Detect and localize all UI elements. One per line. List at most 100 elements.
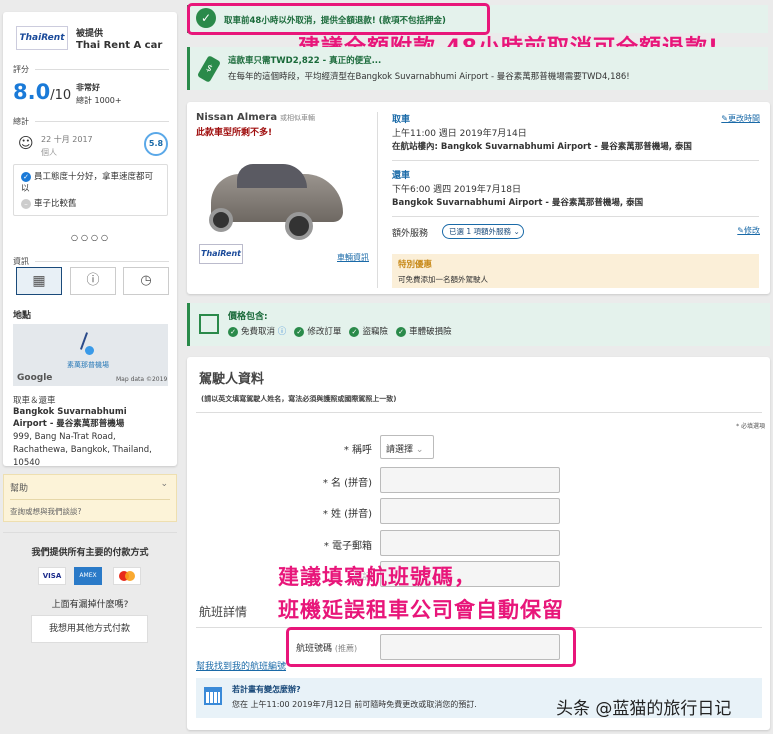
amex-card-icon: AMEX [74, 567, 102, 585]
review-box: ✓ 員工態度十分好，拿車速度都可以 – 車子比較舊 [13, 164, 168, 216]
check-icon: ✓ [228, 326, 238, 337]
salutation-value: 請選擇 [386, 445, 414, 455]
info-tab-button[interactable]: ⓘ [70, 267, 116, 295]
flight-label: 航班號碼 (推薦) [296, 641, 357, 654]
rating-section: 評分 [13, 64, 169, 75]
reviews-section: 總計 [13, 116, 169, 127]
price-includes-banner: 價格包含: ✓ 免費取消 ⓘ ✓ 修改訂單 ✓ 盜竊險 ✓ 車體破損險 [187, 303, 770, 346]
provider-name: Thai Rent A car [76, 40, 163, 51]
other-payment-button[interactable]: 我想用其他方式付款 [31, 615, 148, 643]
map-tab-button[interactable]: ▦ [16, 267, 62, 295]
offer-title: 特別優惠 [398, 260, 433, 270]
change-time-label: 更改時間 [728, 114, 760, 123]
review-con-text: 車子比較舊 [34, 199, 77, 209]
deal-text: 在每年的這個時段，平均經濟型在Bangkok Suvarnabhumi Airp… [228, 72, 630, 82]
clock-icon: ◷ [140, 273, 152, 288]
review-pro-text: 員工態度十分好，拿車速度都可以 [21, 172, 154, 194]
minus-icon: – [21, 198, 31, 209]
dropoff-label: 還車 [392, 171, 411, 181]
email-input[interactable] [380, 530, 560, 556]
cancellation-text: 取車前48小時以外取消，提供全額退款! (款項不包括押金) [224, 16, 446, 26]
email-label: * 電子郵箱 [323, 541, 372, 552]
info-icon[interactable]: ⓘ [278, 327, 287, 337]
car-provider-logo: ThaiRent [199, 244, 243, 264]
pickup-label: 取車 [392, 115, 411, 125]
hours-tab-button[interactable]: ◷ [123, 267, 169, 295]
review-date: 22 十月 2017 [41, 135, 93, 144]
chevron-down-icon: ⌄ [513, 227, 520, 236]
first-name-input[interactable] [380, 467, 560, 493]
include-item: 修改訂單 [307, 327, 342, 337]
change-time-link[interactable]: ✎更改時間 [721, 113, 760, 124]
extras-selected: 已選 1 項額外服務 [449, 227, 512, 236]
includes-list: ✓ 免費取消 ⓘ ✓ 修改訂單 ✓ 盜竊險 ✓ 車體破損險 [228, 325, 452, 337]
map-credit: Map data ©2019 [116, 376, 168, 383]
visa-card-icon: VISA [38, 567, 66, 585]
info-section: 資訊 [13, 256, 169, 267]
gift-icon [199, 314, 219, 334]
flight-title: 航班詳情 [199, 605, 248, 619]
location-type: 取車＆還車 [13, 396, 56, 406]
last-name-label: * 姓 (拼音) [322, 509, 372, 520]
chevron-down-icon[interactable]: ⌄ [160, 479, 168, 489]
pickup-time: 上午11:00 週日 2019年7月14日 [392, 129, 527, 139]
map-label: 素萬那普機場 [67, 361, 109, 369]
annotation-flight-1: 建議填寫航班號碼， [278, 565, 476, 589]
annotation-flight-2: 班機延誤租車公司會自動保留 [278, 598, 564, 622]
pencil-icon: ✎ [737, 226, 744, 235]
salutation-select[interactable]: 請選擇 ⌄ [380, 435, 434, 459]
offer-text: 可免費添加一名額外駕駛人 [398, 275, 488, 284]
deal-banner: $ 這款車只需TWD2,822 - 真正的便宜... 在每年的這個時段，平均經濟… [187, 47, 768, 90]
check-circle-icon: ✓ [196, 8, 216, 28]
review-score-ring: 5.8 [144, 132, 168, 156]
driver-note: (請以英文填寫駕駛人姓名，寫法必須與護照或國際駕照上一致) [201, 395, 397, 403]
provider-label: 被提供 [76, 29, 104, 39]
info-icon: ⓘ [86, 273, 100, 288]
check-icon: ✓ [21, 171, 31, 182]
flight-hint: (推薦) [334, 644, 358, 653]
carousel-dots[interactable]: ○○○○ [71, 233, 111, 242]
check-icon: ✓ [294, 326, 305, 337]
check-icon: ✓ [349, 326, 360, 337]
deal-title: 這款車只需TWD2,822 - 真正的便宜... [228, 56, 382, 66]
rating-section-label: 評分 [13, 65, 29, 74]
score-max: /10 [50, 88, 72, 103]
include-item: 車體破損險 [409, 327, 452, 337]
find-flight-link[interactable]: 幫我找到我的航班編號 [196, 659, 286, 672]
help-link[interactable]: 查詢或想與我們談談? [10, 506, 81, 517]
pencil-icon: ✎ [721, 114, 728, 123]
map-pin-icon [85, 346, 94, 355]
dropoff-time: 下午6:00 週四 2019年7月18日 [392, 185, 522, 195]
check-icon: ✓ [396, 326, 407, 337]
car-details-link[interactable]: 車輛資訊 [337, 252, 369, 263]
edit-extras-link[interactable]: ✎修改 [737, 225, 760, 236]
salutation-label: * 稱呼 [343, 445, 372, 456]
dropoff-place: Bangkok Suvarnabhumi Airport - 曼谷素萬那普機場,… [392, 198, 644, 208]
scarcity-warning: 此款車型所剩不多! [196, 128, 273, 138]
google-logo: Google [17, 373, 53, 383]
flight-number-input[interactable] [380, 634, 560, 660]
location-map[interactable]: 素萬那普機場 Google Map data ©2019 [13, 324, 168, 386]
watermark: 头条 @蓝猫的旅行日记 [556, 699, 732, 719]
info-section-label: 資訊 [13, 257, 29, 266]
rating-total: 總計 1000+ [76, 96, 122, 105]
location-name: Bangkok Suvarnabhumi Airport - 曼谷素萬那普機場 [13, 407, 127, 429]
help-box[interactable]: 幫助 ⌄ 查詢或想與我們談談? [3, 474, 177, 522]
last-name-input[interactable] [380, 498, 560, 524]
first-name-label: * 名 (拼音) [322, 478, 372, 489]
mastercard-icon: MC [113, 567, 141, 585]
extras-dropdown[interactable]: 已選 1 項額外服務 ⌄ [442, 224, 524, 239]
payment-title: 我們提供所有主要的付款方式 [31, 548, 149, 558]
car-image [201, 162, 349, 242]
includes-title: 價格包含: [228, 312, 268, 322]
pickup-place: 在航站樓內: Bangkok Suvarnabhumi Airport - 曼谷… [392, 142, 692, 152]
reviews-section-label: 總計 [13, 117, 29, 126]
car-card: Nissan Almera 或相似車輛 此款車型所剩不多! ThaiRent 車… [187, 102, 770, 294]
car-name: Nissan Almera [196, 112, 278, 123]
payment-question: 上面有漏掉什麼嗎? [51, 600, 129, 610]
include-item: 盜竊險 [362, 327, 388, 337]
include-item: 免費取消 [241, 327, 276, 337]
location-address: 999, Bang Na-Trat Road, Rachathewa, Bang… [13, 432, 152, 468]
car-similar: 或相似車輛 [279, 114, 315, 122]
special-offer-box: 特別優惠 可免費添加一名額外駕駛人 [392, 254, 759, 288]
